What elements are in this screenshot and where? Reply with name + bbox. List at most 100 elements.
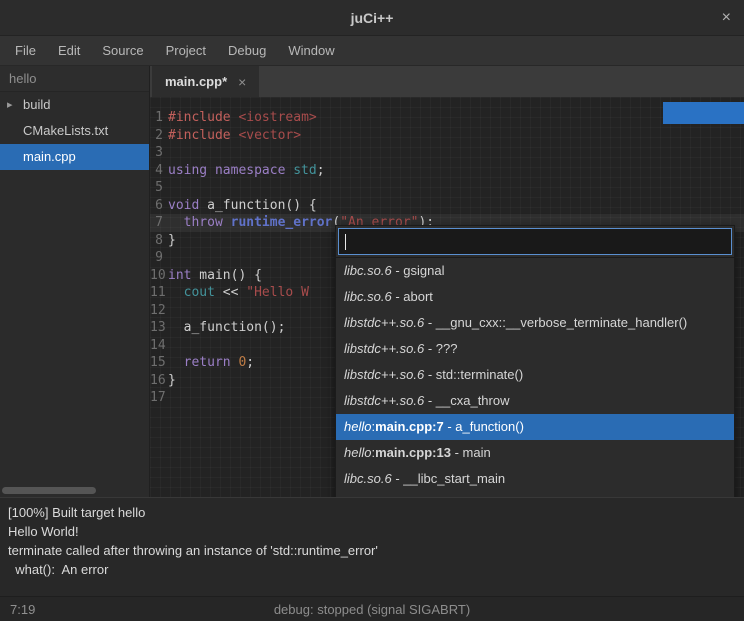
status-message: debug: stopped (signal SIGABRT) <box>0 597 744 621</box>
menu-item-file[interactable]: File <box>4 36 47 65</box>
code-line-1[interactable]: 1#include <iostream> <box>150 109 744 127</box>
popup-search-input[interactable] <box>338 228 732 255</box>
code-token <box>168 215 184 230</box>
line-number: 9 <box>150 249 168 267</box>
line-number: 8 <box>150 232 168 250</box>
backtrace-row[interactable]: libstdc++.so.6 - __gnu_cxx::__verbose_te… <box>336 310 734 336</box>
code-text: int main() { <box>168 267 262 285</box>
code-token: a_function() { <box>199 198 316 213</box>
code-text: return 0; <box>168 354 254 372</box>
code-text: cout << "Hello W <box>168 284 309 302</box>
backtrace-row-segment: main.cpp:13 <box>375 445 451 460</box>
backtrace-row[interactable]: libc.so.6 - gsignal <box>336 258 734 284</box>
code-token: <vector> <box>238 128 301 143</box>
code-token: runtime_error <box>231 215 333 230</box>
backtrace-row[interactable]: hello:main.cpp:13 - main <box>336 440 734 466</box>
menu-bar: FileEditSourceProjectDebugWindow <box>0 36 744 66</box>
window-close-icon[interactable]: × <box>722 0 731 36</box>
code-line-6[interactable]: 6void a_function() { <box>150 197 744 215</box>
line-number: 2 <box>150 127 168 145</box>
code-token: << <box>215 285 246 300</box>
code-token: void <box>168 198 199 213</box>
menu-item-edit[interactable]: Edit <box>47 36 91 65</box>
line-number: 14 <box>150 337 168 355</box>
tab-label: main.cpp* <box>165 74 227 89</box>
backtrace-row-segment: - __libc_start_main <box>392 471 505 486</box>
line-number: 3 <box>150 144 168 162</box>
text-caret <box>345 234 346 250</box>
code-token: } <box>168 373 176 388</box>
terminal-output[interactable]: [100%] Built target helloHello World!ter… <box>0 497 744 596</box>
backtrace-row-segment: hello <box>344 445 371 460</box>
tree-item-build[interactable]: ▸build <box>0 92 149 118</box>
code-token: using namespace <box>168 163 285 178</box>
line-number: 1 <box>150 109 168 127</box>
backtrace-row-segment: libstdc++.so.6 <box>344 393 424 408</box>
tab-main-cpp[interactable]: main.cpp* × <box>152 66 259 97</box>
terminal-line: what(): An error <box>8 560 736 579</box>
tree-item-cmakelists-txt[interactable]: CMakeLists.txt <box>0 118 149 144</box>
line-number: 10 <box>150 267 168 285</box>
code-token: <iostream> <box>238 110 316 125</box>
code-text: using namespace std; <box>168 162 325 180</box>
code-token: a_function(); <box>168 320 285 335</box>
line-number: 6 <box>150 197 168 215</box>
line-number: 17 <box>150 389 168 407</box>
code-token: ; <box>317 163 325 178</box>
code-line-5[interactable]: 5 <box>150 179 744 197</box>
app-window: juCi++ × FileEditSourceProjectDebugWindo… <box>0 0 744 621</box>
title-bar: juCi++ × <box>0 0 744 36</box>
code-text: #include <iostream> <box>168 109 317 127</box>
line-number: 11 <box>150 284 168 302</box>
backtrace-row[interactable]: libstdc++.so.6 - std::terminate() <box>336 362 734 388</box>
terminal-line: [100%] Built target hello <box>8 503 736 522</box>
code-text: a_function(); <box>168 319 285 337</box>
code-token: ; <box>246 355 254 370</box>
expander-icon[interactable]: ▸ <box>7 92 13 118</box>
tab-close-icon[interactable]: × <box>238 74 246 90</box>
backtrace-row-segment: - ??? <box>424 341 457 356</box>
menu-item-source[interactable]: Source <box>91 36 154 65</box>
backtrace-row-segment: - gsignal <box>392 263 445 278</box>
code-token <box>168 285 184 300</box>
code-token: std <box>293 163 316 178</box>
backtrace-row-segment: libc.so.6 <box>344 289 392 304</box>
menu-item-project[interactable]: Project <box>155 36 217 65</box>
code-token: #include <box>168 128 231 143</box>
code-line-2[interactable]: 2#include <vector> <box>150 127 744 145</box>
line-number: 13 <box>150 319 168 337</box>
backtrace-row[interactable]: hello:main.cpp:7 - a_function() <box>336 414 734 440</box>
code-token: int <box>168 268 191 283</box>
code-text: } <box>168 232 176 250</box>
line-number: 15 <box>150 354 168 372</box>
code-token: main() { <box>191 268 261 283</box>
menu-item-debug[interactable]: Debug <box>217 36 277 65</box>
backtrace-row[interactable]: libc.so.6 - abort <box>336 284 734 310</box>
backtrace-row[interactable]: libstdc++.so.6 - ??? <box>336 336 734 362</box>
sidebar-horizontal-scrollbar[interactable] <box>2 487 96 494</box>
backtrace-row-segment: libstdc++.so.6 <box>344 367 424 382</box>
backtrace-popup: libc.so.6 - gsignallibc.so.6 - abortlibs… <box>335 225 735 519</box>
code-line-4[interactable]: 4using namespace std; <box>150 162 744 180</box>
backtrace-row-segment: hello <box>344 419 371 434</box>
backtrace-row-segment: libstdc++.so.6 <box>344 341 424 356</box>
menu-item-window[interactable]: Window <box>277 36 345 65</box>
tab-bar: main.cpp* × <box>150 66 744 97</box>
editor-scrollbar-thumb[interactable] <box>663 102 744 124</box>
tree-item-main-cpp[interactable]: main.cpp <box>0 144 149 170</box>
status-bar: 7:19 debug: stopped (signal SIGABRT) <box>0 596 744 621</box>
code-line-3[interactable]: 3 <box>150 144 744 162</box>
backtrace-row[interactable]: libc.so.6 - __libc_start_main <box>336 466 734 492</box>
line-number: 7 <box>150 214 168 232</box>
sidebar: hello ▸buildCMakeLists.txtmain.cpp <box>0 66 150 497</box>
window-title: juCi++ <box>0 0 744 36</box>
backtrace-row-segment: - a_function() <box>444 419 524 434</box>
backtrace-list: libc.so.6 - gsignallibc.so.6 - abortlibs… <box>336 257 734 518</box>
backtrace-row-segment: - abort <box>392 289 433 304</box>
tree-item-label: CMakeLists.txt <box>23 123 108 138</box>
file-tree: ▸build CMakeLists.txt main.cpp <box>0 92 149 170</box>
terminal-line: terminate called after throwing an insta… <box>8 541 736 560</box>
code-token: return <box>184 355 231 370</box>
backtrace-row[interactable]: libstdc++.so.6 - __cxa_throw <box>336 388 734 414</box>
code-token: cout <box>184 285 215 300</box>
